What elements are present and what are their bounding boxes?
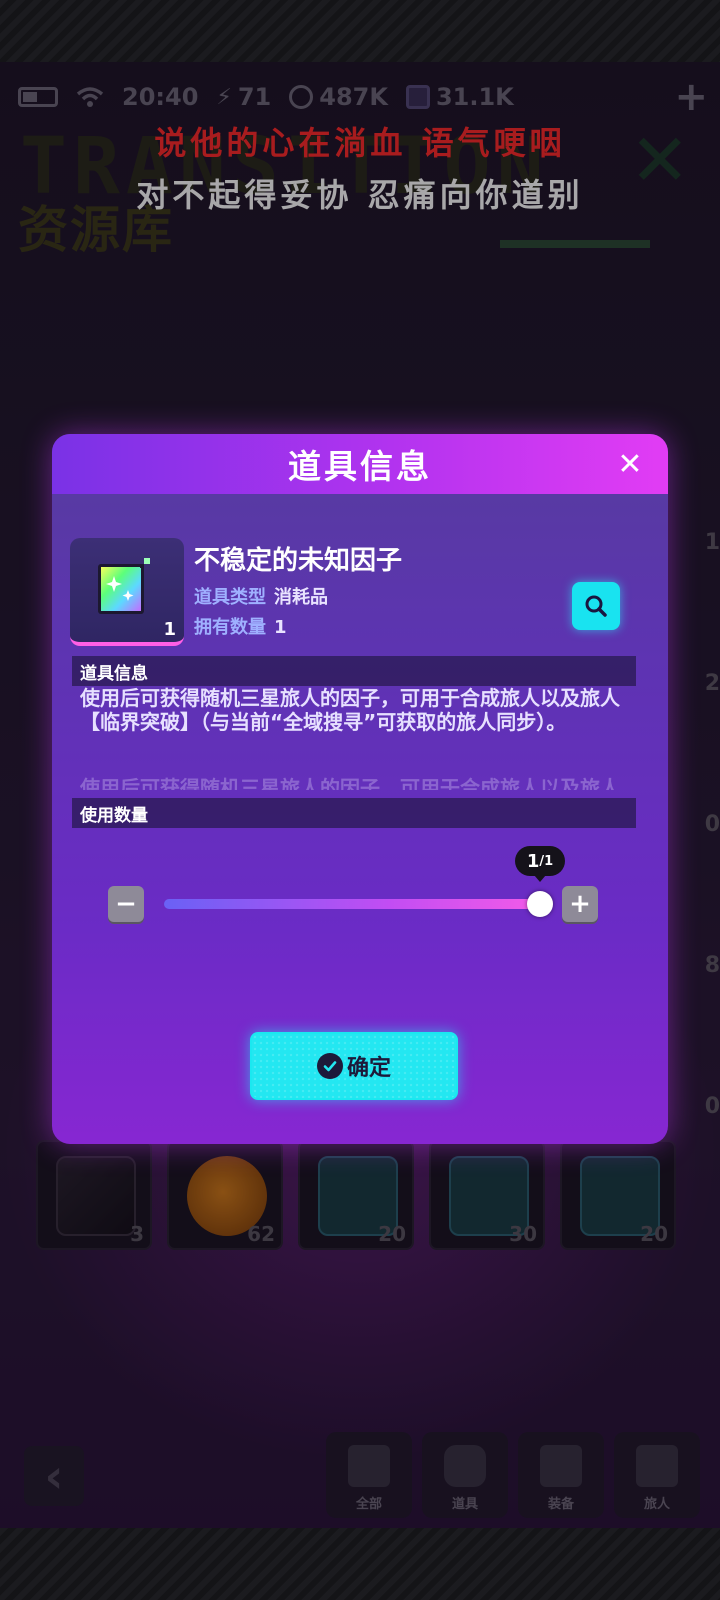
increase-button[interactable]: + <box>562 886 598 922</box>
check-circle-icon <box>316 1053 343 1079</box>
item-icon <box>98 558 150 614</box>
search-icon <box>585 595 607 617</box>
confirm-label: 确定 <box>346 1056 391 1081</box>
quantity-current: 1 <box>526 850 540 872</box>
item-info-dialog: 道具信息 ✕ 1 不稳定的未知因子 道具类型 消耗品 拥有数量 1 道具信息 使… <box>52 434 668 1144</box>
quantity-max: /1 <box>539 853 554 869</box>
item-description-overflow: 使用后可获得随机三星旅人的因子，可用于合成旅人以及旅人【临界突破】（与当前“全域… <box>80 776 620 790</box>
item-type-label: 道具类型 <box>194 587 266 608</box>
item-detail-search-button[interactable] <box>572 582 620 630</box>
dialog-header: 道具信息 ✕ <box>52 434 668 494</box>
item-owned-label: 拥有数量 <box>194 617 266 638</box>
item-type-value: 消耗品 <box>274 587 328 608</box>
dialog-title: 道具信息 <box>288 447 432 486</box>
quantity-slider-handle[interactable] <box>527 891 553 917</box>
top-band <box>0 0 720 62</box>
confirm-button[interactable]: 确定 <box>250 1032 458 1100</box>
close-button[interactable]: ✕ <box>610 444 650 484</box>
item-owned-value: 1 <box>274 617 287 638</box>
item-count-badge: 1 <box>163 619 176 640</box>
info-section-header: 道具信息 <box>72 656 636 686</box>
plus-icon: + <box>569 889 591 919</box>
quantity-tooltip: 1/1 <box>515 846 565 882</box>
item-type: 道具类型 消耗品 <box>194 583 328 609</box>
item-name: 不稳定的未知因子 <box>194 546 403 576</box>
close-icon: ✕ <box>617 446 643 482</box>
item-owned: 拥有数量 1 <box>194 613 287 639</box>
minus-icon: − <box>115 889 137 919</box>
bottom-band <box>0 1528 720 1600</box>
item-description: 使用后可获得随机三星旅人的因子，可用于合成旅人以及旅人【临界突破】（与当前“全域… <box>80 686 620 734</box>
quantity-section-header: 使用数量 <box>72 798 636 828</box>
quantity-slider-track[interactable] <box>164 899 540 909</box>
item-thumbnail: 1 <box>70 538 184 646</box>
decrease-button[interactable]: − <box>108 886 144 922</box>
